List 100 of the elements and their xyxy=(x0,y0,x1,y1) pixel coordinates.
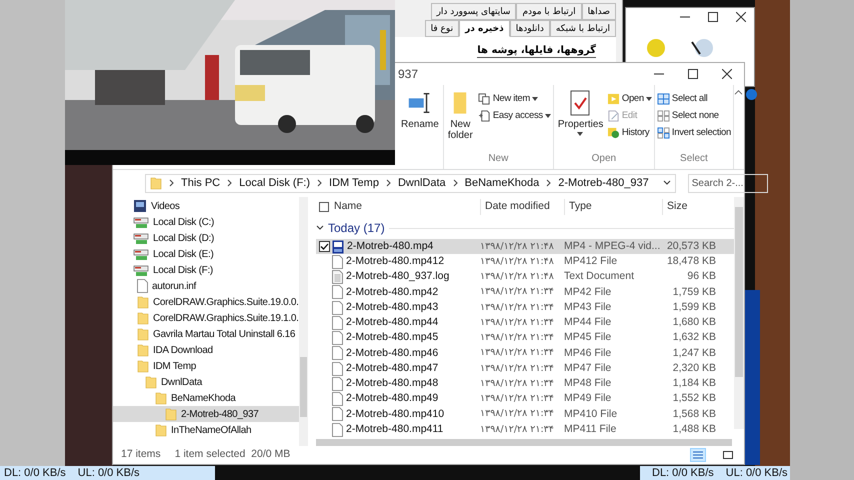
nav-item[interactable]: Videos xyxy=(113,198,299,214)
dialog-tab[interactable]: ارتباط با شبکه xyxy=(550,20,616,37)
folder-icon xyxy=(150,176,162,190)
nav-item[interactable]: CorelDRAW.Graphics.Suite.19.0.0. xyxy=(113,294,299,310)
column-header[interactable]: Name xyxy=(332,199,480,215)
nav-item[interactable]: Local Disk (F:) xyxy=(113,262,299,278)
nav-item[interactable]: DwnlData xyxy=(113,374,299,390)
dialog-tab[interactable]: سایتهای پسوورد دار xyxy=(430,3,516,20)
file-date: ۱۳۹۸/۱۲/۲۸ ۲۱:۳۴ xyxy=(480,300,555,314)
dialog-tab[interactable]: دانلودها xyxy=(510,20,550,37)
file-name: 2-Motreb-480.mp49 xyxy=(346,391,438,406)
file-type: MP47 File xyxy=(564,360,612,376)
scrollbar[interactable] xyxy=(734,197,744,429)
file-icon xyxy=(332,392,343,406)
large-icons-view-button[interactable] xyxy=(720,448,736,462)
nav-item[interactable]: CorelDRAW.Graphics.Suite.19.1.0. xyxy=(113,310,299,326)
address-bar[interactable]: This PC Local Disk (F:) IDM Temp DwnlData BeNameKhoda 2-Motreb-480_937 xyxy=(145,174,676,192)
file-icon xyxy=(332,362,343,376)
breadcrumb-item[interactable]: 2-Motreb-480_937 xyxy=(558,174,649,192)
ribbon-button[interactable]: Select none xyxy=(656,108,731,124)
breadcrumb-item[interactable]: This PC xyxy=(181,174,220,192)
ribbon-button[interactable]: Properties xyxy=(556,89,604,151)
invert-selection-icon xyxy=(656,127,670,139)
file-name: 2-Motreb-480.mp412 xyxy=(346,254,444,269)
file-size: 1,632 KB xyxy=(672,330,716,346)
ribbon-button[interactable]: Open xyxy=(606,91,652,107)
nav-item[interactable]: 2-Motreb-480_937 xyxy=(113,406,299,422)
file-date: ۱۳۹۸/۱۲/۲۸ ۲۱:۳۴ xyxy=(480,331,555,345)
file-icon xyxy=(332,346,343,360)
file-type: MP410 File xyxy=(564,406,618,422)
checkbox-checked-icon[interactable] xyxy=(318,241,330,252)
file-date: ۱۳۹۸/۱۲/۲۸ ۲۱:۳۴ xyxy=(480,362,555,376)
ribbon-button[interactable]: Easy access xyxy=(478,108,551,124)
maximize-icon[interactable] xyxy=(708,12,718,22)
file-size: 20,573 KB xyxy=(666,238,716,254)
file-size: 18,478 KB xyxy=(666,254,716,269)
nav-item[interactable]: BeNameKhoda xyxy=(113,390,299,406)
file-size: 1,568 KB xyxy=(672,406,716,422)
horizontal-scrollbar[interactable] xyxy=(316,439,732,446)
folder-icon xyxy=(165,407,177,421)
file-size: 96 KB xyxy=(686,269,716,284)
file-icon xyxy=(332,285,343,300)
close-icon[interactable] xyxy=(736,12,746,22)
file-date: ۱۳۹۸/۱۲/۲۸ ۲۱:۳۴ xyxy=(480,316,555,330)
upload-speed: UL: 0/0 KB/s xyxy=(78,466,140,480)
ribbon-group-label: Open xyxy=(590,152,618,166)
chevron-right-icon xyxy=(452,179,458,187)
column-header[interactable]: Size xyxy=(662,199,716,215)
search-field[interactable]: Search 2-... xyxy=(688,174,768,192)
breadcrumb-item[interactable]: DwnlData xyxy=(398,174,446,192)
breadcrumb-item[interactable]: BeNameKhoda xyxy=(464,174,540,192)
nav-item[interactable]: IDM Temp xyxy=(113,358,299,374)
group-header[interactable]: Today (17) xyxy=(328,219,385,237)
dialog-tab[interactable]: ارتباط با مودم xyxy=(516,3,582,20)
document-icon xyxy=(478,110,491,122)
ribbon-group-label: New xyxy=(487,152,510,166)
file-icon xyxy=(332,331,343,346)
column-header[interactable]: Date modified xyxy=(480,199,564,215)
select-all-icon xyxy=(656,93,670,105)
upload-speed: UL: 0/0 KB/s xyxy=(726,466,788,480)
nav-item[interactable]: Local Disk (E:) xyxy=(113,246,299,262)
ribbon-button[interactable]: Select all xyxy=(656,91,731,107)
ribbon-button[interactable]: Rename xyxy=(399,89,441,154)
chevron-down-icon[interactable] xyxy=(316,225,324,231)
properties-icon xyxy=(568,89,591,117)
breadcrumb-item[interactable]: IDM Temp xyxy=(329,174,379,192)
file-size: 1,184 KB xyxy=(672,376,716,391)
close-icon[interactable] xyxy=(722,69,732,79)
tile-icon xyxy=(723,451,733,459)
nav-item[interactable]: IDA Download xyxy=(113,342,299,358)
details-view-button[interactable] xyxy=(690,448,706,462)
breadcrumb-item[interactable]: Local Disk (F:) xyxy=(239,174,310,192)
dialog-tab[interactable]: ذخیره در xyxy=(459,20,510,37)
file-icon xyxy=(332,407,343,422)
file-type: MP44 File xyxy=(564,315,612,330)
column-header[interactable]: Type xyxy=(564,199,662,215)
ribbon-button[interactable]: New item xyxy=(478,91,551,107)
collapse-ribbon-icon[interactable] xyxy=(734,89,743,96)
maximize-icon[interactable] xyxy=(688,69,698,79)
list-icon xyxy=(693,451,703,459)
ribbon-button[interactable]: Invert selection xyxy=(656,125,731,141)
help-icon[interactable] xyxy=(746,89,757,100)
ribbon-button[interactable]: New folder xyxy=(446,89,475,151)
ribbon-button[interactable]: History xyxy=(606,125,652,141)
nav-item[interactable]: Gavrila Martau Total Uninstall 6.16 xyxy=(113,326,299,342)
nav-item[interactable]: autorun.inf xyxy=(113,278,299,294)
select-none-icon xyxy=(656,110,670,122)
nav-item[interactable]: Local Disk (D:) xyxy=(113,230,299,246)
scrollbar[interactable] xyxy=(299,197,308,446)
ribbon-group-label: Select xyxy=(679,152,709,166)
history-icon xyxy=(606,127,620,139)
chevron-down-icon[interactable] xyxy=(662,180,671,186)
file-type: MP48 File xyxy=(564,376,612,391)
toolbar-icon[interactable] xyxy=(690,38,714,58)
chevron-right-icon xyxy=(386,179,391,187)
dialog-tab[interactable]: نوع فا xyxy=(424,20,460,37)
nav-item[interactable]: InTheNameOfAllah xyxy=(113,422,299,438)
dialog-tab[interactable]: صداها xyxy=(582,3,616,20)
checkbox-icon[interactable] xyxy=(319,202,329,212)
nav-item[interactable]: Local Disk (C:) xyxy=(113,214,299,230)
